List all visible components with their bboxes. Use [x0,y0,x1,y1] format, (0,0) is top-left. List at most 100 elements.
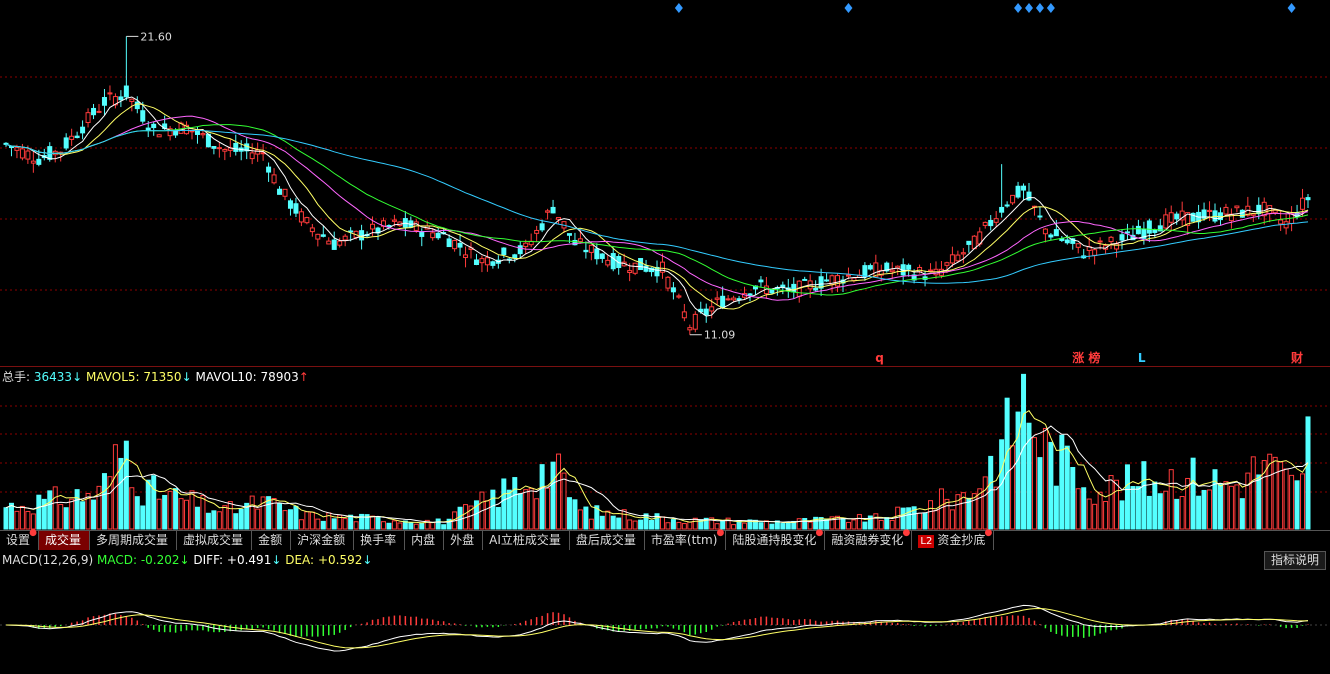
volume-bar [638,519,644,530]
candle-body [446,238,452,248]
tab-5[interactable]: 沪深金额 [291,531,355,550]
price-chart[interactable]: 21.60 11.09 q 涨 榜 L 财 [0,0,1330,366]
candle-body [676,295,682,298]
candle-body [1305,197,1311,201]
volume-bar [971,493,977,530]
candle-body [1053,229,1059,237]
tab-9[interactable]: AI立桩成交量 [483,531,570,550]
volume-bar [1245,472,1251,530]
tab-14[interactable]: L2 资金抄底 ● [912,529,995,550]
volume-bar [386,522,392,530]
tab-dot-icon: ● [902,528,911,538]
event-marker-label: L [1138,351,1146,365]
volume-bar [731,524,737,530]
volume-bar [1278,461,1284,530]
tab-label: 多周期成交量 [96,533,169,547]
candle-body [813,287,819,291]
candle-body [988,219,994,227]
macd-chart[interactable] [0,568,1330,671]
volume-bar [162,494,168,530]
tab-3[interactable]: 虚拟成交量 [177,531,253,550]
volume-bar [173,488,179,530]
candle-body [69,135,75,140]
tab-6[interactable]: 换手率 [354,531,406,550]
volume-bar [1108,475,1114,530]
tab-2[interactable]: 多周期成交量 [90,531,178,550]
volume-bar [1064,445,1070,530]
candle-body [216,147,222,150]
volume-bar [1103,500,1109,530]
volume-bar [807,521,813,530]
candle-body [566,233,572,236]
candle-body [211,146,217,149]
volume-chart[interactable] [0,366,1330,530]
macd-value: -0.202 [140,553,180,567]
volume-bar [222,505,228,530]
tab-7[interactable]: 内盘 [405,531,445,550]
tab-12[interactable]: 陆股通持股变化 ● [726,529,826,550]
candle-body [266,166,272,173]
tab-11[interactable]: 市盈率(ttm) ● [645,529,727,550]
candle-body [545,210,551,213]
volume-bar [47,490,53,530]
volume-bar [320,520,326,530]
volume-bar [331,518,337,530]
tab-label: 成交量 [45,533,82,547]
candle-body [3,142,9,145]
volume-bar [58,503,64,530]
volume-bar [101,473,107,530]
volume-bar [216,511,222,530]
candle-body [501,247,507,256]
tab-8[interactable]: 外盘 [444,531,484,550]
candle-body [703,308,709,316]
candle-body [955,254,961,262]
candle-body [665,276,671,289]
candle-body [993,218,999,223]
volume-bar [512,477,518,530]
volume-bar [123,440,129,530]
candle-body [293,203,299,214]
candle-body [1092,249,1098,256]
candle-body [249,152,255,160]
volume-bar [1190,457,1196,530]
volume-bar [742,522,748,530]
volume-bar [616,517,622,530]
volume-bar [1174,498,1180,530]
candle-body [709,306,715,312]
tab-0[interactable]: 设置 ● [0,528,40,550]
candle-body [539,223,545,231]
candle-body [189,130,195,133]
volume-bar [670,519,676,530]
candle-body [556,217,562,220]
volume-bar [457,506,463,530]
candle-body [550,206,556,214]
tab-10[interactable]: 盘后成交量 [570,531,645,550]
volume-bar [200,495,206,530]
candle-body [129,98,135,102]
candle-body [326,240,332,245]
volume-bar [922,512,928,530]
volume-bar [260,496,266,530]
volume-bar [1042,427,1048,530]
tab-dot-icon: ● [29,528,38,538]
candle-body [1119,234,1125,241]
volume-bar [917,512,923,530]
volume-bar [758,522,764,530]
volume-bar [74,489,80,530]
volume-bar [118,457,124,530]
volume-bars[interactable] [0,366,1330,530]
event-diamond-icon [1035,3,1044,13]
candlestick-chart[interactable]: 21.60 11.09 q 涨 榜 L 财 [0,0,1330,366]
volume-bar [495,506,501,530]
macd-plot[interactable] [0,568,1330,671]
tab-4[interactable]: 金额 [252,531,292,550]
candle-body [282,188,288,197]
candle-body [8,146,14,149]
tab-13[interactable]: 融资融券变化 ● [825,528,913,550]
volume-bar [167,490,173,530]
volume-bar [966,497,972,530]
tab-1[interactable]: 成交量 [39,531,91,550]
candle-body [140,110,146,122]
candle-body [359,230,365,241]
candle-body [1278,219,1284,225]
